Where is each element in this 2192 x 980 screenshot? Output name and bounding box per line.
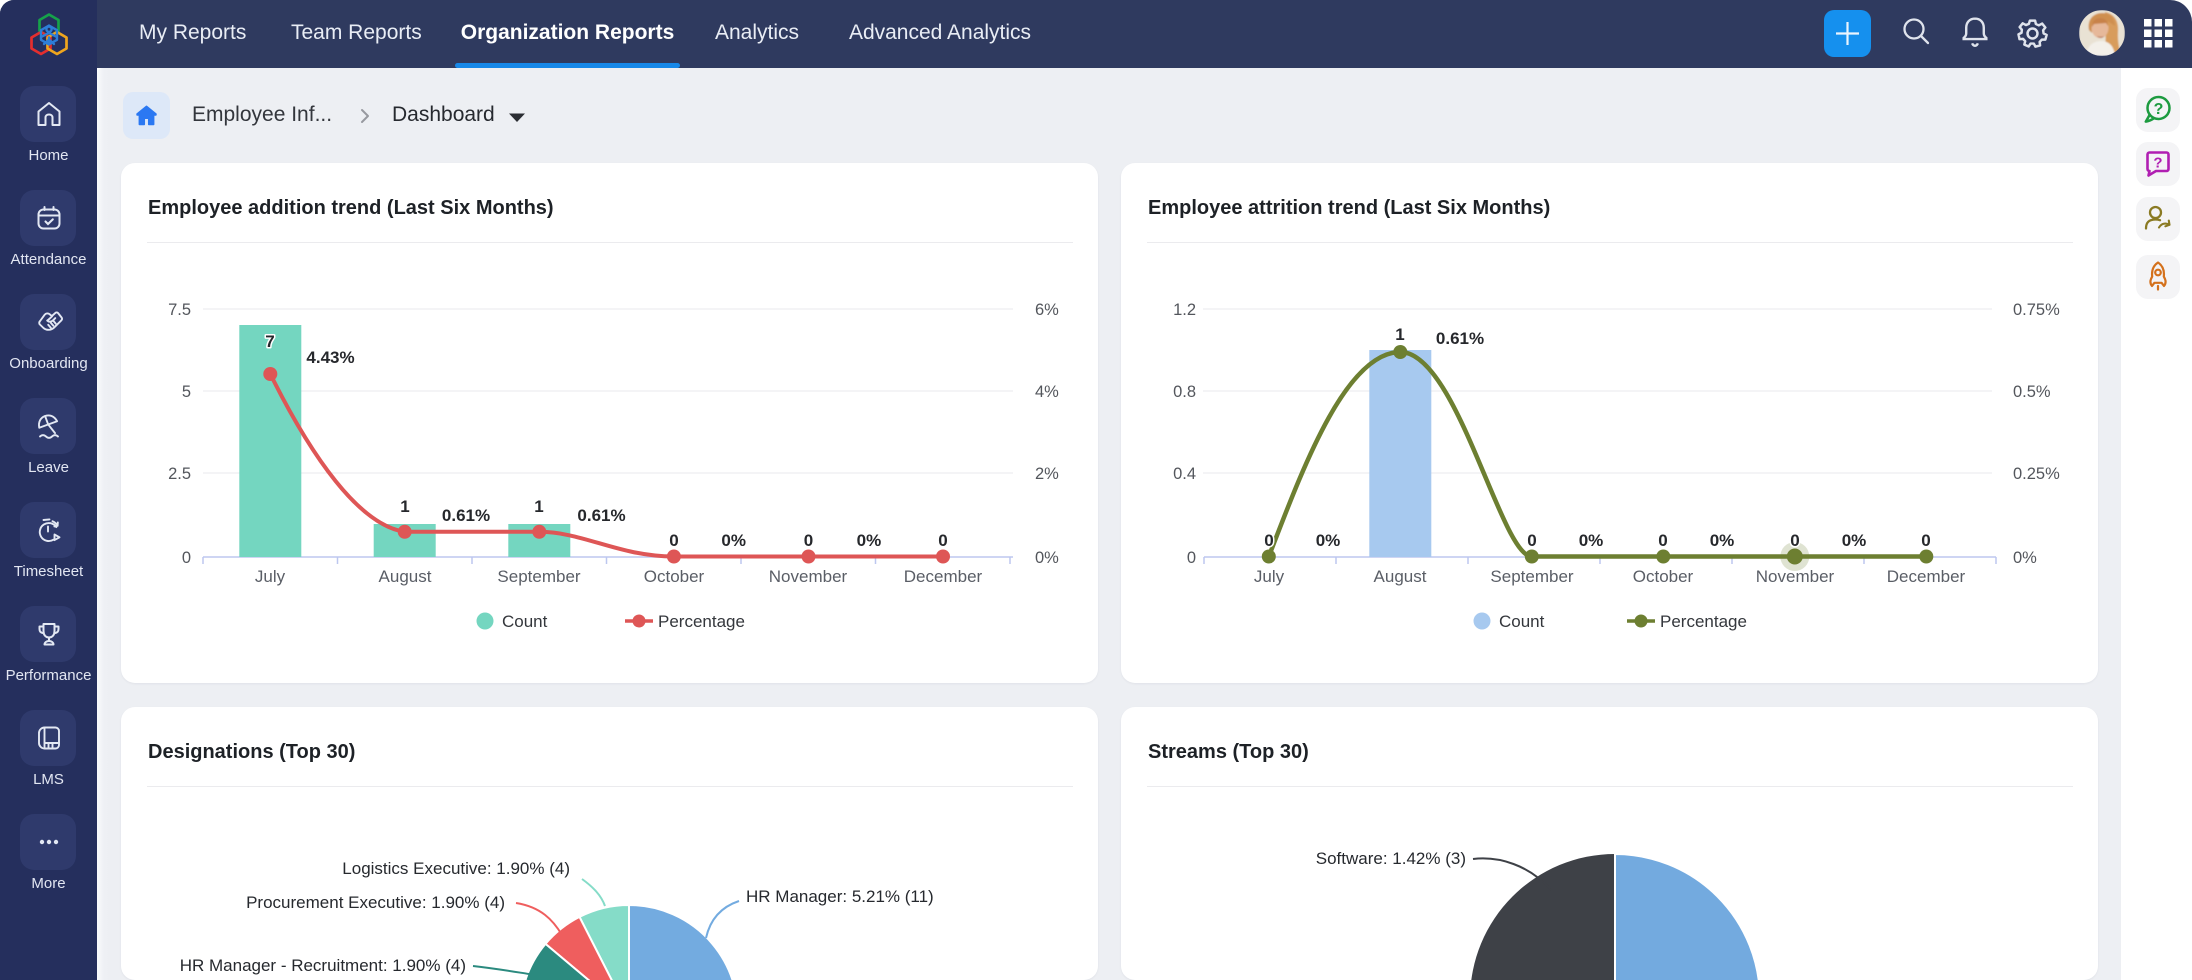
svg-text:0%: 0% [1316, 531, 1341, 550]
svg-text:0%: 0% [857, 531, 882, 550]
svg-text:0: 0 [1921, 531, 1930, 550]
svg-text:Percentage: Percentage [658, 612, 745, 631]
svg-text:Count: Count [1499, 612, 1545, 631]
svg-text:0: 0 [182, 549, 191, 567]
svg-text:0: 0 [804, 531, 813, 550]
svg-text:Procurement Executive: 1.90% (: Procurement Executive: 1.90% (4) [246, 893, 505, 912]
svg-text:0: 0 [938, 531, 947, 550]
svg-text:?: ? [2153, 155, 2162, 172]
svg-text:1: 1 [1395, 325, 1404, 344]
svg-text:1: 1 [400, 497, 409, 516]
svg-text:Logistics Executive: 1.90% (4): Logistics Executive: 1.90% (4) [342, 859, 570, 878]
svg-text:0.61%: 0.61% [442, 506, 490, 525]
svg-text:0.25%: 0.25% [2013, 465, 2060, 483]
svg-text:6%: 6% [1035, 301, 1059, 319]
svg-text:August: August [1374, 567, 1427, 586]
svg-text:September: September [497, 567, 580, 586]
svg-text:4.43%: 4.43% [306, 348, 354, 367]
svg-text:0: 0 [1264, 531, 1273, 550]
svg-text:5: 5 [182, 383, 191, 401]
svg-text:Count: Count [502, 612, 548, 631]
svg-text:0%: 0% [2013, 549, 2037, 567]
svg-text:1.2: 1.2 [1173, 301, 1196, 319]
svg-text:2%: 2% [1035, 465, 1059, 483]
svg-text:July: July [255, 567, 286, 586]
svg-text:Software: 1.42% (3): Software: 1.42% (3) [1316, 849, 1466, 868]
svg-text:August: August [379, 567, 432, 586]
svg-text:HR Manager - Recruitment: 1.90: HR Manager - Recruitment: 1.90% (4) [180, 956, 466, 975]
svg-text:0.61%: 0.61% [1436, 329, 1484, 348]
svg-text:October: October [1633, 567, 1694, 586]
svg-text:0.5%: 0.5% [2013, 383, 2051, 401]
svg-text:2.5: 2.5 [168, 465, 191, 483]
svg-text:0%: 0% [1710, 531, 1735, 550]
svg-text:0: 0 [1527, 531, 1536, 550]
svg-text:0.8: 0.8 [1173, 383, 1196, 401]
svg-text:November: November [769, 567, 848, 586]
svg-text:December: December [1887, 567, 1966, 586]
svg-text:July: July [1254, 567, 1285, 586]
svg-text:0.75%: 0.75% [2013, 301, 2060, 319]
svg-text:October: October [644, 567, 705, 586]
svg-text:1: 1 [534, 497, 543, 516]
svg-text:4%: 4% [1035, 383, 1059, 401]
svg-text:0%: 0% [1579, 531, 1604, 550]
svg-text:0: 0 [669, 531, 678, 550]
svg-text:September: September [1490, 567, 1573, 586]
svg-text:December: December [904, 567, 983, 586]
svg-text:0%: 0% [1842, 531, 1867, 550]
svg-text:HR Manager: 5.21% (11): HR Manager: 5.21% (11) [746, 887, 934, 906]
svg-text:Percentage: Percentage [1660, 612, 1747, 631]
svg-text:0%: 0% [1035, 549, 1059, 567]
svg-text:0.4: 0.4 [1173, 465, 1196, 483]
svg-text:7: 7 [265, 332, 274, 351]
svg-text:0: 0 [1790, 531, 1799, 550]
svg-text:0.61%: 0.61% [577, 506, 625, 525]
svg-text:0: 0 [1187, 549, 1196, 567]
svg-text:7.5: 7.5 [168, 301, 191, 319]
svg-text:0%: 0% [721, 531, 746, 550]
svg-text:?: ? [2154, 101, 2164, 118]
svg-text:0: 0 [1658, 531, 1667, 550]
